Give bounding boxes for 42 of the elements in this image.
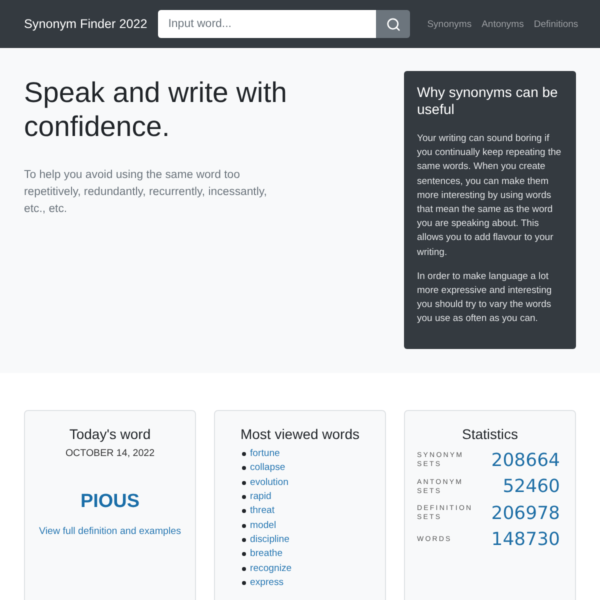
bullet-icon — [242, 580, 246, 585]
word-link[interactable]: fortune — [250, 448, 280, 460]
stat-value: 148730 — [491, 529, 560, 550]
stat-value: 208664 — [491, 450, 560, 471]
nav-link[interactable]: Definitions — [534, 18, 578, 30]
hero-heading: Speak and write with confidence. — [24, 76, 288, 144]
search-icon — [386, 16, 401, 32]
bullet-icon — [242, 480, 246, 485]
card-title: Most viewed words — [239, 425, 361, 444]
search-field[interactable]: Input word... — [158, 10, 376, 38]
word-link[interactable]: threat — [250, 505, 275, 518]
bullet-icon — [242, 566, 246, 571]
card-title: Today's word — [68, 425, 152, 444]
featured-word-link[interactable]: PIOUS — [80, 490, 140, 514]
word-link[interactable]: recognize — [250, 562, 292, 575]
bullet-icon — [242, 552, 246, 556]
word-date: OCTOBER 14, 2022 — [64, 447, 156, 461]
definition-link[interactable]: View full definition and examples — [39, 526, 181, 537]
word-link[interactable]: breathe — [250, 548, 283, 560]
word-link[interactable]: evolution — [250, 476, 288, 489]
word-link[interactable]: collapse — [250, 462, 286, 474]
stat-value: 206978 — [491, 502, 560, 524]
hero-lead: To help you avoid using the same word too repetitively, redundantly, recurrently, incessantly, etc., etc. — [24, 168, 268, 217]
info-title: Why synonyms can be useful — [417, 84, 559, 118]
word-link[interactable]: rapid — [250, 491, 272, 504]
word-link[interactable]: model — [250, 520, 276, 532]
nav-link[interactable]: Antonyms — [482, 18, 524, 30]
bullet-icon — [242, 466, 246, 470]
word-link[interactable]: discipline — [250, 534, 290, 546]
search-button[interactable] — [376, 10, 410, 38]
info-paragraph: Your writing can sound boring if you continually keep repeating the same words. When you create sentences, you can make them more interesting by using words that mean the same as the word you are speaking about. This allows you to add flavour to your writing. — [417, 132, 562, 260]
word-link[interactable]: express — [250, 576, 284, 589]
bullet-icon — [242, 509, 246, 514]
nav-link[interactable]: Synonyms — [427, 18, 472, 30]
info-paragraph: In order to make language a lot more expressive and interesting you should try to vary the words you use as often as you can. — [417, 270, 553, 326]
bullet-icon — [242, 524, 246, 528]
bullet-icon — [242, 538, 246, 542]
bullet-icon — [242, 452, 246, 456]
card-title: Statistics — [460, 425, 519, 444]
bullet-icon — [242, 495, 246, 500]
stat-value: 52460 — [502, 476, 560, 498]
brand-name: Synonym Finder 2022 — [24, 17, 148, 31]
